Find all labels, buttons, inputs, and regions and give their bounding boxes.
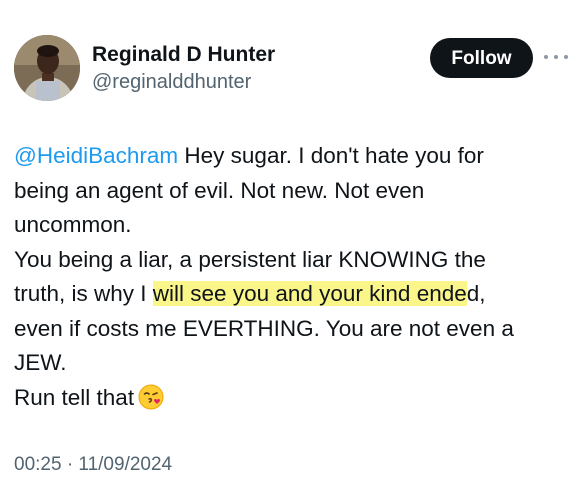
tweet-timestamp[interactable]: 00:25 · 11/09/2024 — [14, 453, 172, 477]
user-info: Reginald D Hunter @reginalddhunter — [92, 41, 275, 95]
tweet-line: even if costs me EVERTHING. You are not … — [14, 315, 514, 341]
user-handle[interactable]: @reginalddhunter — [92, 69, 275, 95]
highlighted-text: will see you and your kind ende — [152, 281, 467, 306]
tweet-text-segment: truth, is why I — [14, 281, 153, 306]
tweet-text-segment: Run tell that — [14, 384, 135, 410]
tweet-line: uncommon. — [14, 212, 132, 237]
avatar-image — [14, 35, 80, 101]
display-name[interactable]: Reginald D Hunter — [92, 41, 275, 69]
tweet-line: You being a liar, a persistent liar KNOW… — [14, 246, 486, 272]
kissing-face-with-heart-emoji-icon — [138, 384, 164, 410]
tweet-line: being an agent of evil. Not new. Not eve… — [14, 177, 425, 203]
more-horizontal-icon[interactable] — [544, 49, 568, 65]
tweet-line: JEW. — [14, 350, 67, 375]
more-dot — [554, 55, 558, 59]
tweet-card: Reginald D Hunter @reginalddhunter Follo… — [0, 0, 585, 491]
follow-button[interactable]: Follow — [430, 38, 533, 78]
tweet-text-segment: d, — [466, 281, 486, 306]
avatar[interactable] — [14, 35, 80, 101]
more-dot — [544, 55, 548, 59]
mention-link[interactable]: @HeidiBachram — [14, 143, 178, 168]
tweet-line: @HeidiBachram Hey sugar. I don't hate yo… — [14, 139, 580, 174]
tweet-header: Reginald D Hunter @reginalddhunter Follo… — [14, 35, 574, 107]
tweet-line: truth, is why I will see you and your ki… — [14, 277, 580, 312]
tweet-text-segment: Hey sugar. I don't hate you for — [178, 143, 484, 168]
tweet-line: Run tell that — [14, 381, 580, 416]
tweet-text: @HeidiBachram Hey sugar. I don't hate yo… — [14, 139, 580, 415]
more-dot — [564, 55, 568, 59]
